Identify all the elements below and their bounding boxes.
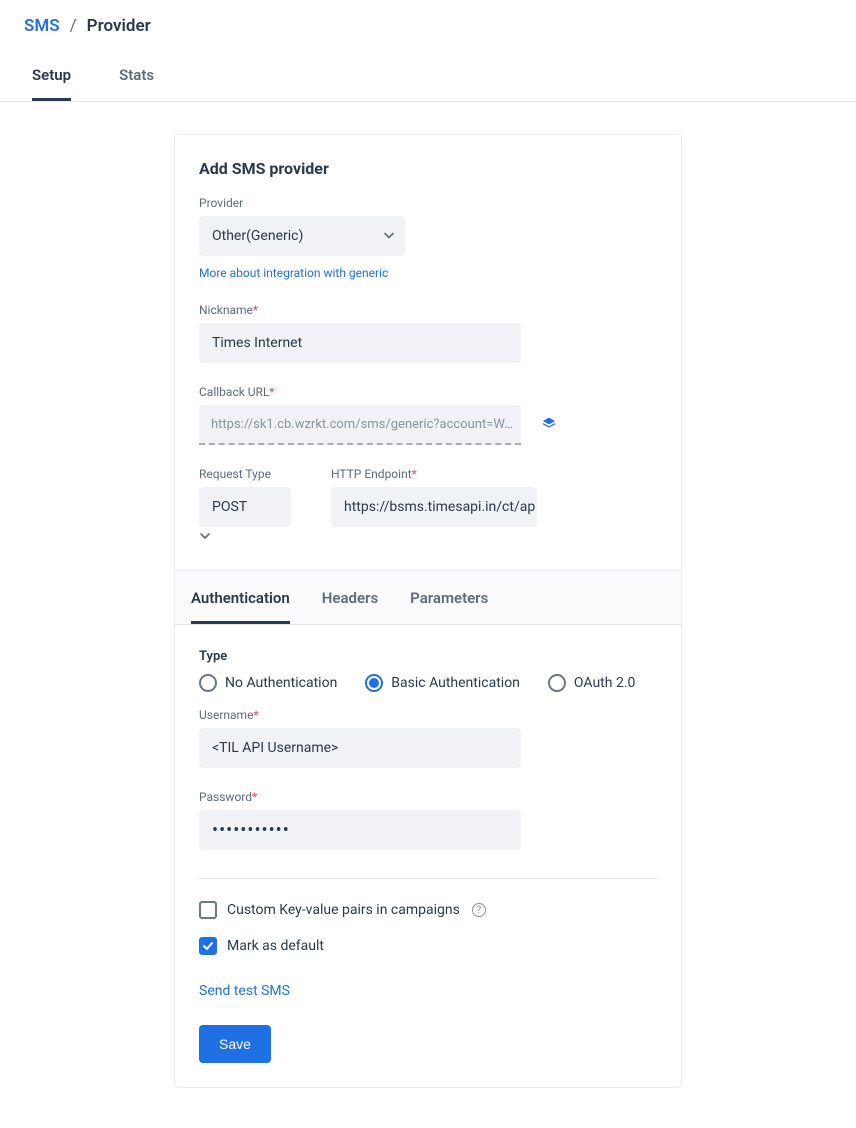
radio-basic-auth[interactable]: Basic Authentication bbox=[365, 674, 520, 692]
username-label: Username* bbox=[199, 708, 657, 722]
breadcrumb: SMS / Provider bbox=[0, 0, 856, 36]
custom-kv-row: Custom Key-value pairs in campaigns ? bbox=[199, 901, 657, 919]
radio-icon bbox=[199, 674, 217, 692]
radio-oauth[interactable]: OAuth 2.0 bbox=[548, 674, 635, 692]
save-button[interactable]: Save bbox=[199, 1025, 271, 1063]
radio-no-auth-label: No Authentication bbox=[225, 675, 337, 691]
auth-type-label: Type bbox=[199, 649, 657, 664]
radio-icon bbox=[548, 674, 566, 692]
password-label: Password* bbox=[199, 790, 657, 804]
provider-select-value: Other(Generic) bbox=[199, 216, 405, 256]
breadcrumb-separator: / bbox=[70, 16, 77, 36]
radio-no-auth[interactable]: No Authentication bbox=[199, 674, 337, 692]
provider-select[interactable]: Other(Generic) bbox=[199, 216, 405, 256]
subtab-headers[interactable]: Headers bbox=[322, 571, 378, 624]
tab-stats[interactable]: Stats bbox=[119, 66, 154, 101]
subtabs: Authentication Headers Parameters bbox=[175, 570, 681, 625]
radio-basic-auth-label: Basic Authentication bbox=[391, 675, 520, 691]
http-endpoint-input[interactable]: https://bsms.timesapi.in/ct/api… bbox=[331, 487, 537, 527]
card-title: Add SMS provider bbox=[199, 159, 657, 178]
endpoint-label: HTTP Endpoint* bbox=[331, 467, 537, 481]
mark-default-label: Mark as default bbox=[227, 938, 324, 954]
breadcrumb-root[interactable]: SMS bbox=[24, 16, 60, 36]
radio-icon bbox=[365, 674, 383, 692]
subtab-parameters[interactable]: Parameters bbox=[410, 571, 488, 624]
help-icon[interactable]: ? bbox=[472, 903, 486, 917]
password-input[interactable]: ••••••••••• bbox=[199, 810, 521, 850]
send-test-sms-link[interactable]: Send test SMS bbox=[199, 983, 290, 999]
mark-default-row: Mark as default bbox=[199, 937, 657, 955]
provider-card: Add SMS provider Provider Other(Generic)… bbox=[174, 134, 682, 1088]
nickname-label: Nickname* bbox=[199, 303, 657, 317]
username-input[interactable]: <TIL API Username> bbox=[199, 728, 521, 768]
custom-kv-checkbox[interactable] bbox=[199, 901, 217, 919]
request-type-select[interactable]: POST bbox=[199, 487, 291, 546]
chevron-down-icon bbox=[199, 527, 211, 546]
copy-icon[interactable] bbox=[541, 415, 557, 435]
provider-label: Provider bbox=[199, 196, 657, 210]
divider bbox=[199, 878, 657, 879]
mark-default-checkbox[interactable] bbox=[199, 937, 217, 955]
auth-type-radios: No Authentication Basic Authentication O… bbox=[199, 674, 657, 692]
request-type-label: Request Type bbox=[199, 467, 291, 481]
tab-setup[interactable]: Setup bbox=[32, 66, 71, 101]
main-tabs: Setup Stats bbox=[0, 36, 856, 102]
request-type-value: POST bbox=[199, 487, 291, 527]
callback-url-input[interactable]: https://sk1.cb.wzrkt.com/sms/generic?acc… bbox=[199, 405, 521, 445]
nickname-input[interactable]: Times Internet bbox=[199, 323, 521, 363]
breadcrumb-current: Provider bbox=[87, 16, 151, 36]
callback-label: Callback URL* bbox=[199, 385, 657, 399]
integration-help-link[interactable]: More about integration with generic bbox=[199, 266, 388, 280]
custom-kv-label: Custom Key-value pairs in campaigns bbox=[227, 902, 460, 918]
subtab-authentication[interactable]: Authentication bbox=[191, 571, 290, 624]
radio-oauth-label: OAuth 2.0 bbox=[574, 675, 635, 691]
